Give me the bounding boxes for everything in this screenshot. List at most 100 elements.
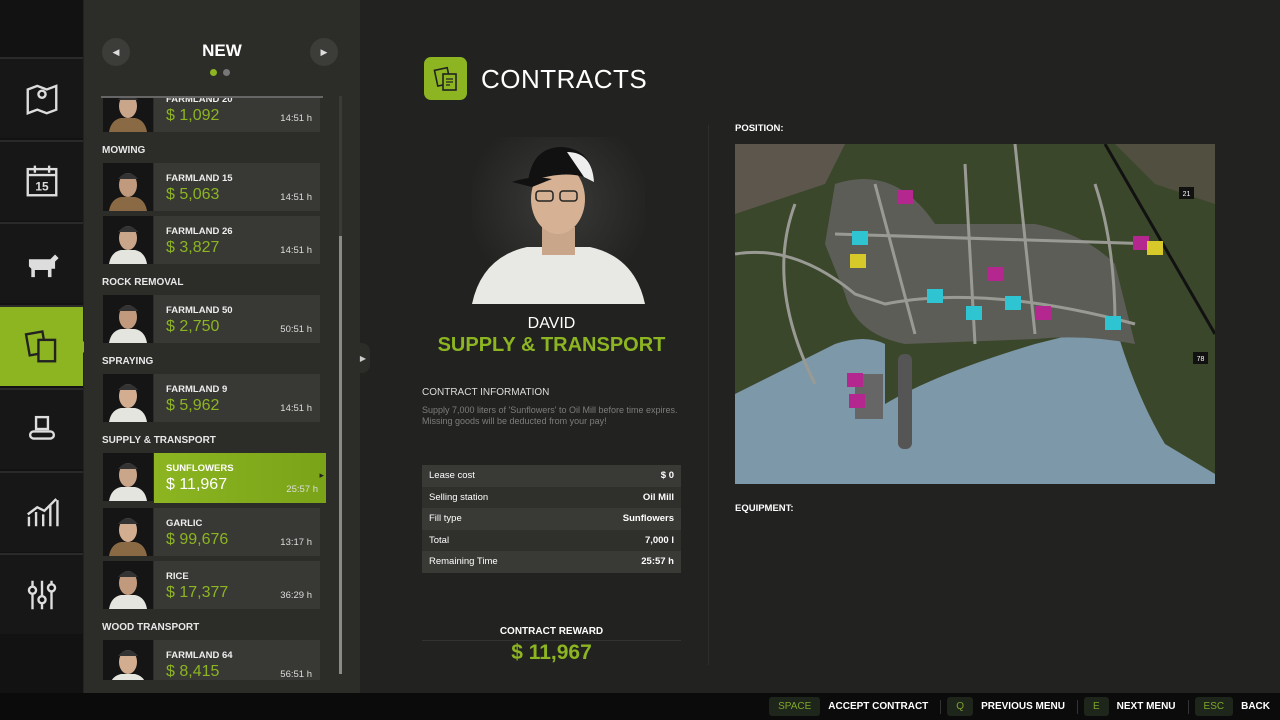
next-page-button[interactable]: ▶ (310, 38, 338, 66)
detail-label: Remaining Time (429, 556, 498, 568)
contract-list-item[interactable]: FARMLAND 15 $ 5,063 14:51 h (101, 163, 320, 211)
detail-value: 7,000 l (644, 534, 674, 546)
detail-label: Lease cost (429, 470, 475, 482)
contract-name: FARMLAND 50 (166, 305, 233, 316)
npc-role: SUPPLY & TRANSPORT (437, 334, 666, 356)
npc-avatar (103, 96, 153, 132)
contract-list-item[interactable]: FARMLAND 26 $ 3,827 14:51 h (101, 216, 320, 264)
hint-accept-contract[interactable]: SPACE ACCEPT CONTRACT (769, 697, 928, 716)
npc-avatar (103, 163, 153, 211)
npc-name: DAVID (527, 315, 576, 332)
category-header: WOOD TRANSPORT (102, 622, 200, 633)
contract-list-item[interactable]: FARMLAND 64 $ 8,415 56:51 h (101, 640, 320, 680)
contract-duration: 14:51 h (280, 192, 312, 203)
npc-portrait (472, 137, 645, 304)
sidebar-item-production[interactable] (0, 387, 83, 469)
npc-avatar (103, 640, 153, 680)
hint-previous-menu[interactable]: Q PREVIOUS MENU (947, 697, 1065, 716)
contract-list-item[interactable]: RICE $ 17,377 36:29 h (101, 561, 320, 609)
settings-icon (27, 580, 56, 609)
npc-avatar (103, 453, 153, 501)
reward-label: CONTRACT REWARD (499, 626, 604, 637)
map-label: 78 (1197, 356, 1205, 363)
contract-list-item[interactable]: FARMLAND 50 $ 2,750 50:51 h (101, 295, 320, 343)
contract-duration: 14:51 h (280, 403, 312, 414)
hint-label: ACCEPT CONTRACT (828, 701, 929, 712)
contract-list: FARMLAND 20 $ 1,092 14:51 h MOWING FARMLAND … (101, 96, 327, 680)
detail-row: Fill type Sunflowers (422, 508, 681, 530)
contract-name: FARMLAND 20 (166, 96, 233, 105)
input-hints-bar: SPACE ACCEPT CONTRACT Q PREVIOUS MENU E NEXT … (0, 693, 1280, 720)
detail-value: $ 0 (660, 470, 674, 482)
detail-row: Remaining Time 25:57 h (422, 551, 681, 573)
detail-row: Selling station Oil Mill (422, 486, 681, 508)
hint-next-menu[interactable]: E NEXT MENU (1083, 697, 1176, 716)
sidebar-item-statistics[interactable] (0, 470, 83, 552)
collapse-panel-button[interactable]: ▶ (356, 343, 370, 373)
position-map[interactable]: 21 78 (734, 143, 1217, 484)
position-label: POSITION: (735, 123, 784, 134)
key-badge: Q (947, 697, 974, 716)
contract-info-text: Supply 7,000 liters of 'Sunflowers' to O… (422, 405, 678, 426)
contract-name: FARMLAND 15 (166, 173, 233, 184)
npc-avatar (103, 374, 153, 422)
npc-avatar (103, 216, 153, 264)
detail-label: Total (429, 534, 450, 546)
sidebar-item-animals[interactable] (0, 222, 83, 304)
divider (708, 125, 709, 665)
contract-duration: 25:57 h (286, 484, 318, 495)
detail-label: Selling station (429, 491, 489, 503)
contracts-icon (24, 329, 56, 363)
map-label: 21 (1183, 191, 1191, 198)
hint-label: BACK (1241, 701, 1270, 712)
scrollbar-thumb[interactable] (339, 236, 342, 674)
animals-icon (28, 254, 59, 277)
hint-back[interactable]: ESC BACK (1194, 697, 1270, 716)
detail-value: Oil Mill (642, 491, 674, 503)
key-badge: E (1083, 697, 1109, 716)
contract-duration: 50:51 h (280, 324, 312, 335)
detail-value: 25:57 h (641, 556, 674, 568)
calendar-icon: 15 (26, 165, 57, 197)
sidebar: 15 (0, 0, 89, 693)
npc-avatar (103, 508, 153, 556)
reward-value: $ 11,967 (511, 641, 592, 664)
sidebar-item-contracts[interactable] (0, 305, 89, 387)
contract-name: FARMLAND 64 (166, 650, 233, 661)
contract-list-item[interactable]: SUNFLOWERS $ 11,967 25:57 h (101, 453, 326, 503)
page-dot[interactable] (223, 69, 230, 76)
sidebar-item-calendar[interactable]: 15 (0, 139, 83, 221)
page-dot-active[interactable] (210, 69, 217, 76)
contract-duration: 56:51 h (280, 669, 312, 680)
sidebar-item-settings[interactable] (0, 553, 83, 635)
contract-list-item[interactable]: GARLIC $ 99,676 13:17 h (101, 508, 320, 556)
contract-info-header: CONTRACT INFORMATION (422, 387, 550, 398)
contract-list-item[interactable]: FARMLAND 9 $ 5,962 14:51 h (101, 374, 320, 422)
contract-list-item[interactable]: FARMLAND 20 $ 1,092 14:51 h (101, 96, 320, 132)
map-icon (26, 83, 57, 115)
key-badge: ESC (1194, 697, 1234, 716)
contract-name: FARMLAND 9 (166, 384, 228, 395)
category-header: MOWING (102, 145, 146, 156)
contract-name: SUNFLOWERS (166, 463, 234, 474)
page-title: CONTRACTS (481, 64, 648, 94)
sidebar-item-map[interactable] (0, 57, 83, 138)
contract-name: FARMLAND 26 (166, 226, 233, 237)
contract-duration: 14:51 h (280, 245, 312, 256)
key-badge: SPACE (769, 697, 821, 716)
contract-details-table: Lease cost $ 0 Selling station Oil Mill Fill… (422, 465, 681, 573)
divider (1076, 699, 1078, 714)
contract-duration: 13:17 h (280, 537, 312, 548)
npc-avatar (103, 295, 153, 343)
divider (940, 699, 942, 714)
svg-text:15: 15 (35, 180, 49, 194)
contract-name: RICE (166, 571, 189, 582)
production-icon (28, 416, 55, 440)
category-header: SPRAYING (102, 356, 154, 367)
hint-label: PREVIOUS MENU (981, 701, 1065, 712)
detail-row: Lease cost $ 0 (422, 465, 681, 487)
detail-row: Total 7,000 l (422, 529, 681, 551)
contract-name: GARLIC (166, 518, 203, 529)
hint-label: NEXT MENU (1116, 701, 1176, 712)
equipment-label: EQUIPMENT: (735, 503, 794, 514)
